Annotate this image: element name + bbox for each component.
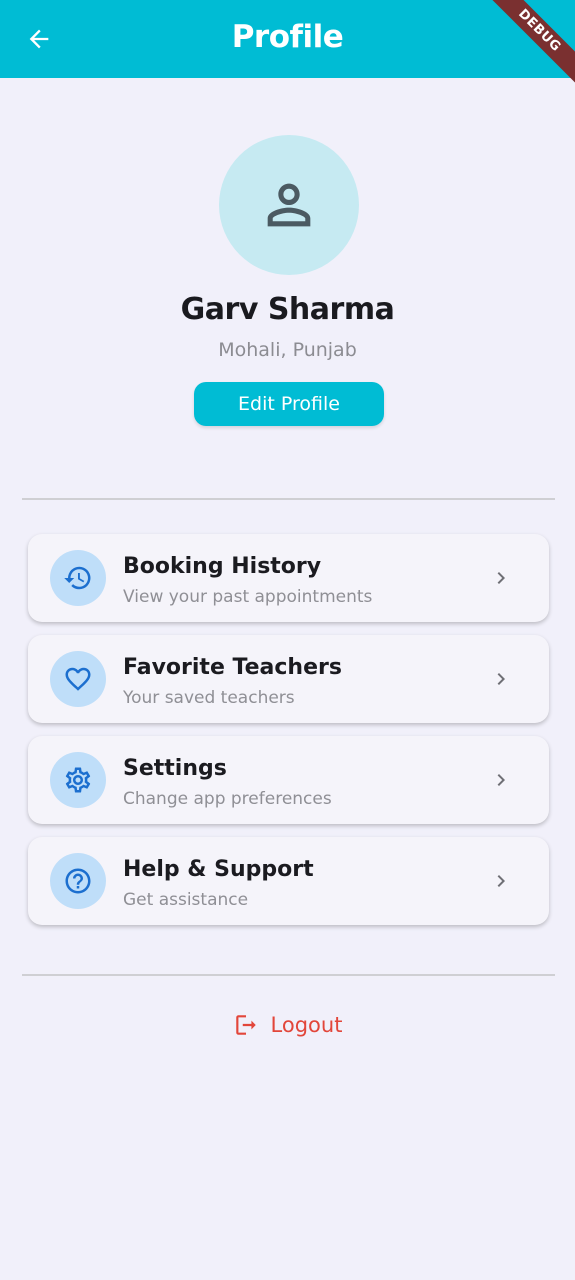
debug-banner-label: DEBUG bbox=[485, 0, 575, 89]
menu-icon-circle bbox=[50, 752, 106, 808]
menu-item-title: Settings bbox=[123, 756, 227, 781]
menu-item-subtitle: Get assistance bbox=[123, 890, 249, 910]
debug-banner: DEBUG bbox=[485, 0, 575, 90]
menu-item-subtitle: Change app preferences bbox=[123, 789, 332, 809]
chevron-right-icon bbox=[489, 869, 513, 893]
person-icon bbox=[267, 183, 311, 227]
profile-location: Mohali, Punjab bbox=[218, 339, 357, 361]
logout-label: Logout bbox=[270, 1013, 343, 1037]
divider bbox=[22, 974, 555, 976]
profile-name: Garv Sharma bbox=[180, 292, 395, 327]
chevron-right-icon bbox=[489, 566, 513, 590]
menu-item-title: Favorite Teachers bbox=[123, 655, 342, 680]
menu-item-subtitle: Your saved teachers bbox=[123, 688, 295, 708]
menu-item-title: Help & Support bbox=[123, 857, 314, 882]
gear-icon bbox=[65, 767, 91, 793]
menu-item-settings[interactable]: Settings Change app preferences bbox=[28, 736, 549, 824]
chevron-right-icon bbox=[489, 768, 513, 792]
profile-screen: Profile DEBUG Garv Sharma Mohali, Punjab… bbox=[0, 0, 575, 1280]
menu-item-favorite-teachers[interactable]: Favorite Teachers Your saved teachers bbox=[28, 635, 549, 723]
menu-icon-circle bbox=[50, 651, 106, 707]
help-icon bbox=[65, 868, 91, 894]
menu-item-booking-history[interactable]: Booking History View your past appointme… bbox=[28, 534, 549, 622]
history-icon bbox=[64, 566, 91, 590]
app-bar: Profile DEBUG bbox=[0, 0, 575, 89]
chevron-right-icon bbox=[489, 667, 513, 691]
edit-profile-button[interactable]: Edit Profile bbox=[194, 382, 384, 426]
menu-item-title: Booking History bbox=[123, 554, 322, 579]
menu-item-subtitle: View your past appointments bbox=[123, 587, 373, 607]
logout-button[interactable]: Logout bbox=[0, 1012, 575, 1038]
divider bbox=[22, 498, 555, 500]
menu-icon-circle bbox=[50, 853, 106, 909]
menu-icon-circle bbox=[50, 550, 106, 606]
menu-item-help-support[interactable]: Help & Support Get assistance bbox=[28, 837, 549, 925]
heart-icon bbox=[65, 667, 91, 691]
logout-icon bbox=[235, 1015, 256, 1035]
avatar bbox=[219, 135, 359, 275]
